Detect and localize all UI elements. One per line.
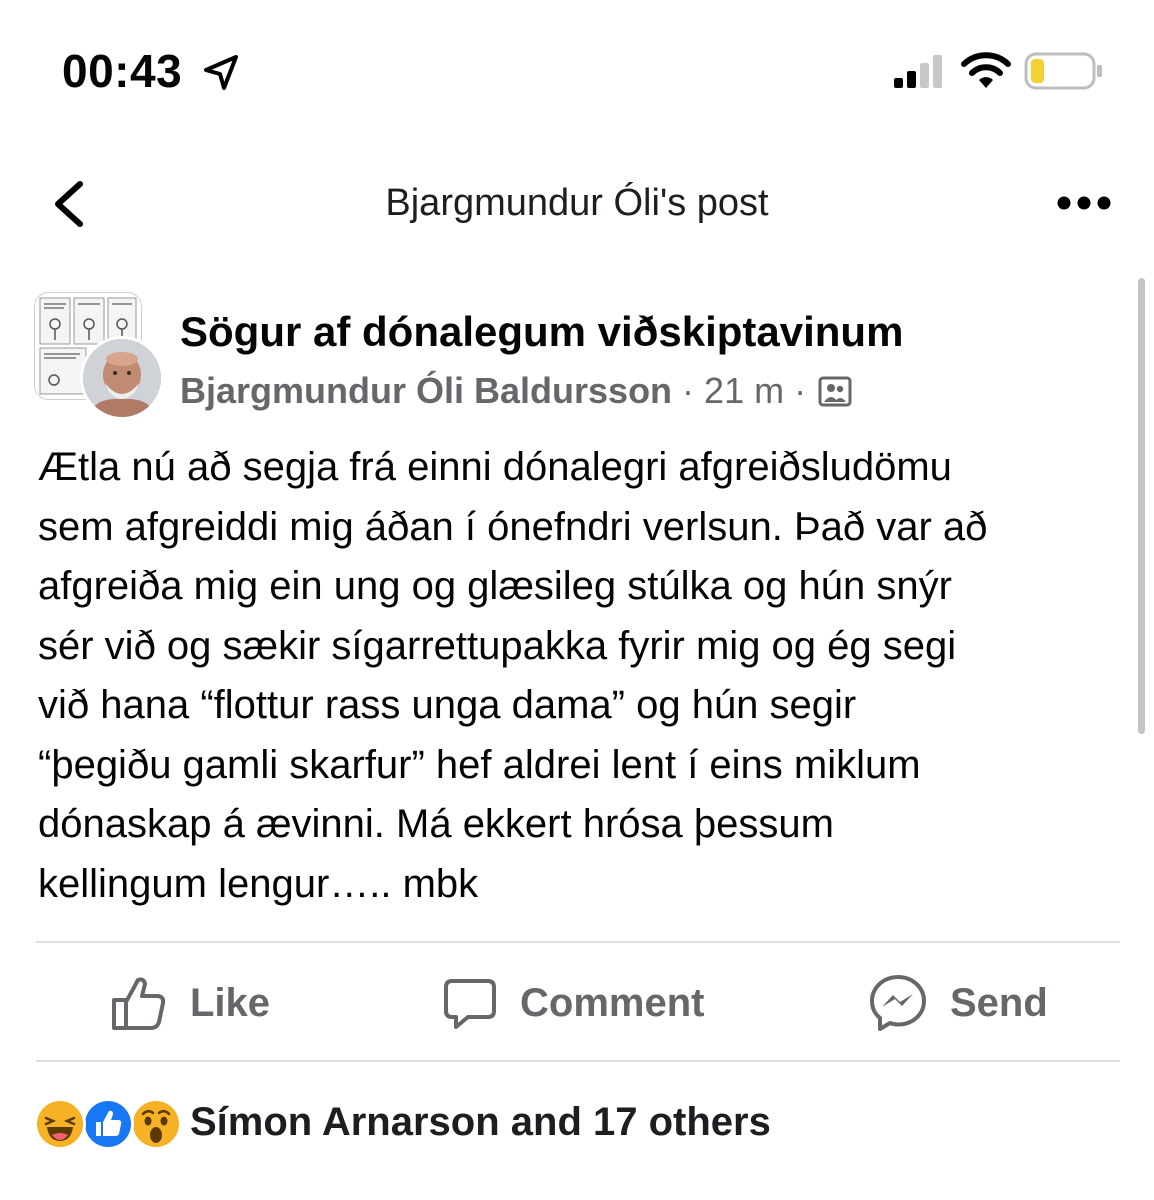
author-name[interactable]: Bjargmundur Óli Baldursson bbox=[180, 370, 672, 412]
comment-bubble-icon bbox=[444, 979, 496, 1029]
post-meta: Bjargmundur Óli Baldursson · 21 m · bbox=[180, 370, 852, 412]
group-members-icon bbox=[818, 376, 852, 407]
meta-separator: · bbox=[794, 370, 807, 411]
send-button[interactable]: Send bbox=[868, 966, 1048, 1040]
status-time: 00:43 bbox=[62, 45, 183, 97]
wifi-icon bbox=[961, 52, 1011, 88]
divider bbox=[36, 1060, 1120, 1062]
meta-separator: · bbox=[682, 370, 695, 411]
scrollbar[interactable] bbox=[1138, 278, 1145, 734]
reactions-summary-text[interactable]: Símon Arnarson and 17 others bbox=[190, 1100, 771, 1145]
messenger-icon bbox=[870, 975, 926, 1031]
cellular-signal-icon bbox=[894, 55, 942, 88]
more-options-button[interactable] bbox=[1056, 188, 1112, 218]
comment-button[interactable]: Comment bbox=[442, 966, 704, 1040]
like-button[interactable]: Like bbox=[110, 966, 270, 1040]
reactions-summary-icons[interactable] bbox=[34, 1098, 184, 1150]
post-text: Ætla nú að segja frá einni dónalegri afg… bbox=[38, 445, 988, 906]
divider bbox=[36, 941, 1120, 943]
wow-reaction-icon bbox=[130, 1098, 182, 1150]
page-title: Bjargmundur Óli's post bbox=[385, 182, 769, 224]
post-time[interactable]: 21 m bbox=[704, 370, 784, 412]
group-name[interactable]: Sögur af dónalegum viðskiptavinum bbox=[180, 308, 903, 356]
battery-low-icon bbox=[1024, 52, 1102, 90]
send-label: Send bbox=[950, 980, 1048, 1025]
location-arrow-icon bbox=[204, 55, 238, 90]
like-label: Like bbox=[190, 980, 271, 1025]
thumbs-up-icon bbox=[112, 977, 166, 1030]
status-bar: 00:43 bbox=[0, 0, 1154, 140]
author-avatar[interactable] bbox=[80, 336, 164, 420]
comment-label: Comment bbox=[520, 980, 705, 1025]
like-reaction-icon bbox=[82, 1098, 134, 1150]
haha-reaction-icon bbox=[34, 1098, 86, 1150]
